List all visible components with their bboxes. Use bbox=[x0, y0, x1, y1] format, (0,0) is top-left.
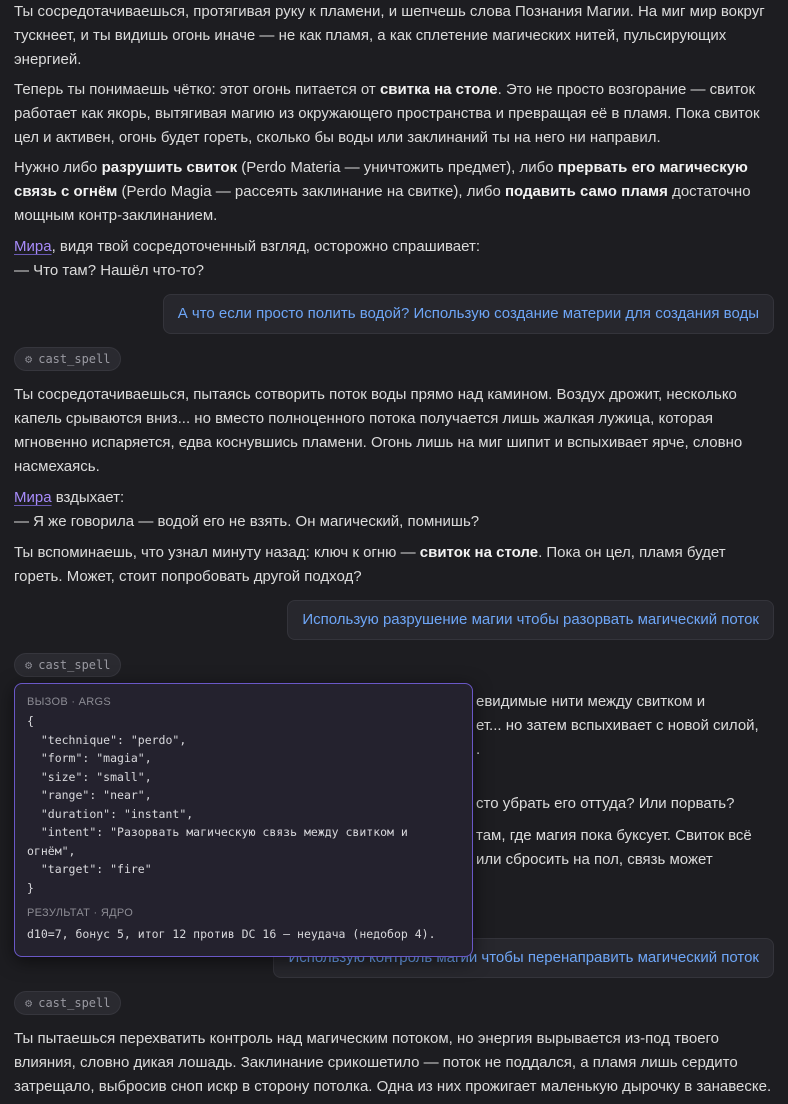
narration-fragment: там, где магия пока буксует. Свиток всё bbox=[476, 827, 752, 844]
npc-name-link[interactable]: Мира bbox=[14, 238, 52, 255]
gear-icon: ⚙ bbox=[25, 658, 33, 672]
args-label: ВЫЗОВ · ARGS bbox=[27, 696, 112, 708]
narration-fragment: евидимые нити между свитком и bbox=[476, 693, 706, 710]
tool-call-chip[interactable]: ⚙ cast_spell bbox=[14, 991, 122, 1015]
narration-fragment: или сбросить на пол, связь может bbox=[476, 851, 713, 868]
narration-paragraph: Ты вспоминаешь, что узнал минуту назад: … bbox=[14, 544, 726, 585]
narration-paragraph: Теперь ты понимаешь чётко: этот огонь пи… bbox=[14, 81, 760, 146]
narration-paragraph: Ты сосредотачиваешься, пытаясь сотворить… bbox=[14, 386, 743, 475]
npc-name-link[interactable]: Мира bbox=[14, 489, 52, 506]
narration-fragment: сто убрать его оттуда? Или порвать? bbox=[476, 795, 735, 812]
narration-fragment: ет... но затем вспыхивает с новой силой, bbox=[476, 717, 759, 734]
narration-paragraph: Ты сосредотачиваешься, протягивая руку к… bbox=[14, 3, 765, 68]
narration-fragment: . bbox=[476, 741, 481, 758]
args-json: { "technique": "perdo", "form": "magia",… bbox=[27, 714, 408, 895]
npc-dialogue: Мира вздыхает: — Я же говорила — водой ег… bbox=[14, 489, 480, 530]
npc-dialogue: Мира, видя твой сосредоточенный взгляд, … bbox=[14, 238, 480, 279]
tool-call-popup: ВЫЗОВ · ARGS { "technique": "perdo", "fo… bbox=[14, 683, 473, 957]
gear-icon: ⚙ bbox=[25, 352, 33, 366]
user-message-bubble: Использую разрушение магии чтобы разорва… bbox=[287, 600, 774, 640]
emphasis-scroll: свитка на столе bbox=[379, 81, 498, 98]
narration-paragraph: Нужно либо разрушить свиток (Perdo Mater… bbox=[14, 159, 751, 224]
gear-icon: ⚙ bbox=[25, 996, 33, 1010]
user-message-bubble: А что если просто полить водой? Использу… bbox=[162, 294, 774, 334]
result-label: РЕЗУЛЬТАТ · ЯДРО bbox=[27, 907, 134, 919]
tool-call-chip[interactable]: ⚙ cast_spell bbox=[14, 347, 122, 371]
tool-call-chip[interactable]: ⚙ cast_spell bbox=[14, 653, 122, 677]
result-text: d10=7, бонус 5, итог 12 против DC 16 — н… bbox=[27, 927, 436, 941]
narration-paragraph: Ты пытаешься перехватить контроль над ма… bbox=[14, 1030, 772, 1095]
